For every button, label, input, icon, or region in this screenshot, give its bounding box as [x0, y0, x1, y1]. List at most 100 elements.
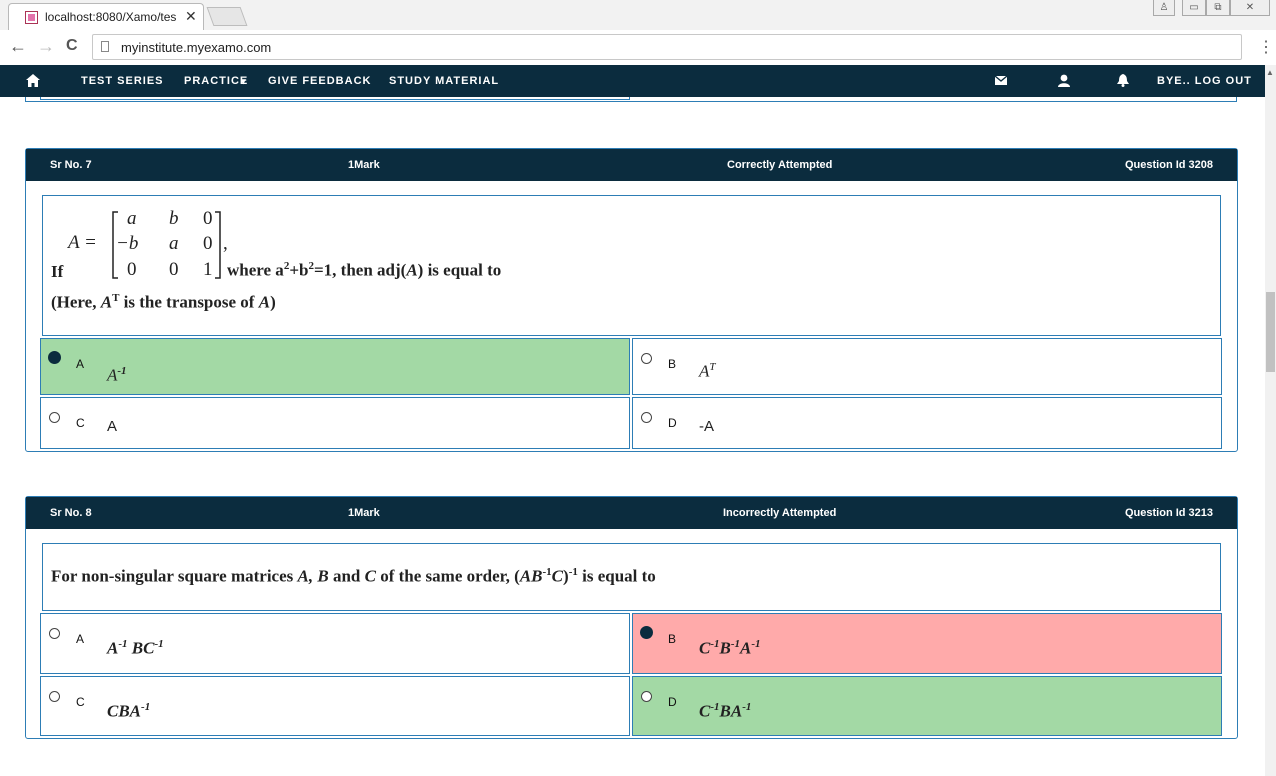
radio-unselected[interactable]: [49, 628, 60, 639]
superscript: -1: [751, 638, 761, 650]
matrix-cell: 0: [127, 259, 137, 280]
option-a[interactable]: A A-1 BC-1: [40, 613, 630, 674]
chevron-down-icon: ▾: [241, 76, 247, 86]
nav-study-material[interactable]: STUDY MATERIAL: [389, 75, 499, 87]
previous-question-option: [40, 97, 630, 100]
url-text: myinstitute.myexamo.com: [121, 40, 272, 55]
option-letter: A: [76, 357, 85, 371]
question-text-box: A = a b 0 −b a 0 0 0 1 , If where a2+b2=…: [42, 195, 1221, 336]
option-text: CBA-1: [107, 701, 150, 722]
radio-unselected[interactable]: [49, 412, 60, 423]
home-icon[interactable]: [26, 74, 40, 87]
question-line: For non-singular square matrices A, B an…: [51, 566, 656, 587]
nav-test-series[interactable]: TEST SERIES: [81, 75, 164, 87]
question-variable: C: [364, 566, 376, 586]
radio-unselected[interactable]: [641, 412, 652, 423]
option-b[interactable]: B C-1B-1A-1: [632, 613, 1222, 674]
question-text: +b: [289, 260, 309, 280]
option-part: C: [699, 701, 711, 721]
matrix-lhs: A =: [68, 232, 97, 253]
matrix-cell: a: [169, 233, 179, 254]
new-tab-button[interactable]: [206, 7, 248, 26]
option-a[interactable]: A A-1: [40, 338, 630, 395]
question-if: If: [51, 262, 64, 281]
question-text: is the transpose of: [119, 292, 259, 312]
logout-link[interactable]: BYE.. LOG OUT: [1157, 75, 1252, 87]
favicon-icon: [25, 11, 38, 24]
option-part: B: [719, 638, 731, 658]
address-bar[interactable]: myinstitute.myexamo.com: [92, 34, 1242, 60]
option-c[interactable]: C CBA-1: [40, 676, 630, 736]
question-text-box: For non-singular square matrices A, B an…: [42, 543, 1221, 611]
option-letter: D: [668, 416, 677, 430]
option-text: C-1B-1A-1: [699, 638, 761, 659]
radio-selected[interactable]: [640, 626, 653, 639]
minimize-button[interactable]: ▭: [1182, 0, 1206, 16]
tab-close-icon[interactable]: ✕: [185, 8, 197, 25]
question-text: of the same order, (: [375, 566, 520, 586]
option-part: CBA: [107, 701, 142, 721]
question-text: ): [270, 292, 276, 312]
question-text: and: [328, 566, 365, 586]
option-text: A-1: [107, 365, 127, 386]
question-marks: 1Mark: [348, 159, 380, 171]
radio-unselected[interactable]: [49, 691, 60, 702]
option-part: A: [740, 638, 752, 658]
nav-give-feedback[interactable]: GIVE FEEDBACK: [268, 75, 371, 87]
question-id: Question Id 3208: [1125, 159, 1214, 171]
superscript: -1: [568, 566, 578, 578]
question-text: =1, then adj(: [313, 260, 407, 280]
superscript: T: [709, 361, 716, 373]
question-variable: A, B: [297, 566, 329, 586]
question-variable: A: [100, 292, 113, 312]
option-d[interactable]: D C-1BA-1: [632, 676, 1222, 736]
browser-tab[interactable]: localhost:8080/Xamo/tes ✕: [8, 3, 204, 30]
question-text: ) is equal to: [417, 260, 502, 280]
option-b[interactable]: B AT: [632, 338, 1222, 395]
matrix-cell: −b: [116, 233, 139, 254]
bell-icon[interactable]: [1117, 74, 1129, 87]
serial-number: Sr No. 8: [50, 507, 92, 519]
option-part: BC: [127, 638, 155, 658]
option-letter: B: [668, 357, 677, 371]
question-id: Question Id 3213: [1125, 507, 1214, 519]
option-letter: A: [76, 632, 85, 646]
superscript: -1: [742, 701, 752, 713]
back-button[interactable]: ←: [9, 36, 27, 57]
user-icon[interactable]: [1058, 74, 1070, 87]
maximize-button[interactable]: ⧉: [1206, 0, 1230, 16]
scrollbar-thumb[interactable]: [1266, 292, 1275, 372]
option-part: BA: [719, 701, 743, 721]
option-c[interactable]: C A: [40, 397, 630, 449]
radio-selected[interactable]: [48, 351, 61, 364]
superscript: -1: [117, 365, 127, 377]
question-line-1: where a2+b2=1, then adj(A) is equal to: [227, 260, 501, 281]
radio-unselected[interactable]: [641, 353, 652, 364]
matrix-cell: 0: [203, 233, 213, 254]
browser-toolbar: ← → C myinstitute.myexamo.com ⋮: [0, 30, 1276, 66]
option-text: C-1BA-1: [699, 701, 751, 722]
question-header: Sr No. 8 1Mark Incorrectly Attempted Que…: [26, 497, 1237, 529]
scroll-up-arrow[interactable]: ▲: [1266, 68, 1274, 77]
page-scrollbar[interactable]: [1265, 65, 1276, 776]
nav-practice[interactable]: PRACTICE: [184, 75, 248, 87]
radio-unselected[interactable]: [641, 691, 652, 702]
option-letter: C: [76, 695, 85, 709]
superscript: -1: [154, 638, 164, 650]
option-text: -A: [699, 418, 714, 435]
reload-button[interactable]: C: [66, 37, 78, 55]
option-base: A: [699, 361, 710, 381]
profile-icon[interactable]: ♙: [1153, 0, 1175, 16]
matrix-cell: b: [169, 208, 179, 229]
browser-menu-icon[interactable]: ⋮: [1258, 37, 1274, 57]
question-variable: A: [258, 292, 271, 312]
mail-icon[interactable]: [995, 76, 1007, 85]
window-close-button[interactable]: ✕: [1230, 0, 1270, 16]
option-d[interactable]: D -A: [632, 397, 1222, 449]
superscript: -1: [710, 638, 720, 650]
question-text: (Here,: [51, 292, 101, 312]
attempt-status: Incorrectly Attempted: [723, 507, 837, 519]
forward-button[interactable]: →: [37, 36, 55, 57]
option-text: A: [107, 418, 118, 435]
matrix-cell: 1: [203, 259, 213, 280]
